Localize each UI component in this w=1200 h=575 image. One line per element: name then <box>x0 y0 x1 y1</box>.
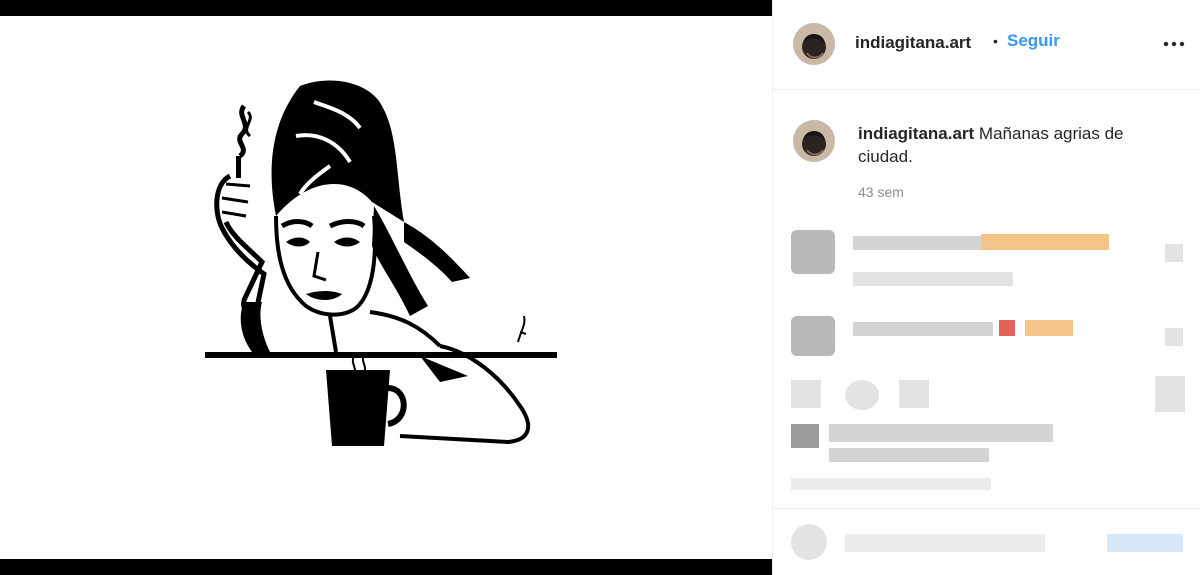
obscured-avatar <box>791 316 835 356</box>
follow-button[interactable]: Seguir <box>1007 31 1060 51</box>
obscured-text <box>853 236 983 250</box>
obscured-text <box>829 448 989 462</box>
obscured-post-button <box>1107 534 1183 552</box>
caption-username-link[interactable]: indiagitana.art <box>858 124 974 143</box>
author-username-link[interactable]: indiagitana.art <box>855 33 971 53</box>
obscured-emoji-icon <box>791 524 827 560</box>
obscured-emoji <box>999 320 1015 336</box>
post-media[interactable] <box>0 0 772 575</box>
obscured-icon <box>1155 376 1185 412</box>
author-avatar[interactable] <box>793 23 835 65</box>
illustration-woman-with-coffee <box>205 80 557 446</box>
obscured-emoji <box>1025 320 1073 336</box>
obscured-comment-input <box>845 534 1045 552</box>
separator-dot: • <box>993 33 998 49</box>
obscured-text <box>829 424 1053 442</box>
obscured-icon <box>899 380 929 408</box>
obscured-text <box>853 322 993 336</box>
post-side-panel: indiagitana.art • Seguir indiagitana.art… <box>772 0 1200 575</box>
obscured-icon <box>845 380 879 410</box>
caption-author-avatar[interactable] <box>793 120 835 162</box>
caption-text: indiagitana.art Mañanas agrias de ciudad… <box>858 122 1183 168</box>
obscured-text <box>853 272 1013 286</box>
obscured-avatar <box>791 230 835 274</box>
obscured-icon <box>791 380 821 408</box>
obscured-avatar <box>791 424 819 448</box>
obscured-icon <box>1165 244 1183 262</box>
obscured-emoji <box>981 234 1109 250</box>
more-options-icon[interactable] <box>1159 30 1189 58</box>
post-header: indiagitana.art • Seguir <box>773 0 1200 90</box>
post-caption: indiagitana.art Mañanas agrias de ciudad… <box>773 90 1200 220</box>
obscured-text <box>791 478 991 490</box>
post-timestamp[interactable]: 43 sem <box>858 184 904 200</box>
post-image[interactable] <box>0 16 772 559</box>
obscured-icon <box>1165 328 1183 346</box>
divider <box>773 508 1200 509</box>
